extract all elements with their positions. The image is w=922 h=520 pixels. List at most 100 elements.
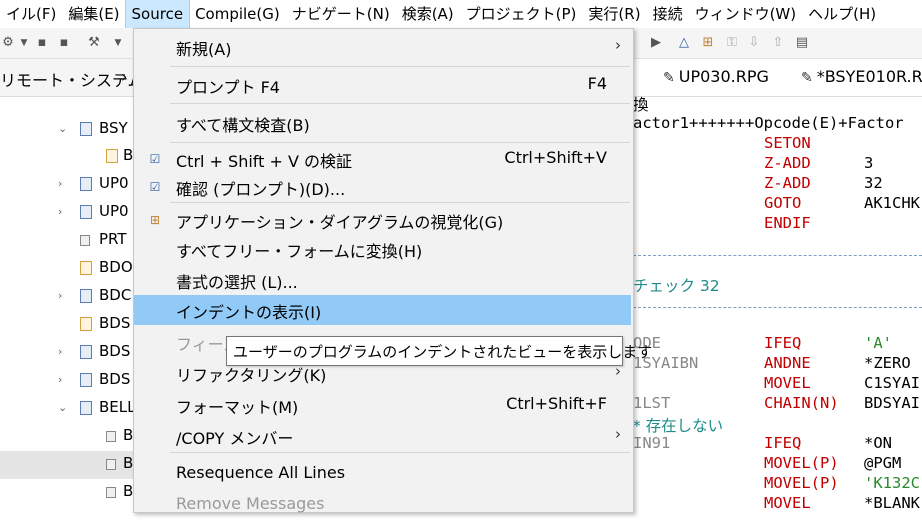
tree-item-label: BDC [99,286,132,304]
pencil-icon: ✎ [801,70,813,86]
menu-help[interactable]: ヘルプ(H) [802,0,882,28]
build-icon[interactable]: ⚒ [86,35,102,51]
upload-icon[interactable]: ⇧ [770,35,786,51]
menu-item-label: Remove Messages [176,494,325,513]
structure-icon[interactable]: ⊞ [700,35,716,51]
tree-item[interactable]: › BDC [0,283,133,311]
tree-item[interactable]: PRT [0,227,133,255]
member-icon [106,459,116,470]
download-icon[interactable]: ⇩ [746,35,762,51]
menu-separator [170,202,630,203]
run-icon[interactable]: ▶ [648,35,664,51]
chevron-down-icon[interactable]: ⌄ [58,401,67,414]
tree-item[interactable]: › UP0 [0,171,133,199]
save-all-icon[interactable]: ▪ [56,35,72,51]
tree-item[interactable]: › BDS [0,367,133,395]
menu-window[interactable]: ウィンドウ(W) [689,0,803,28]
tree-item[interactable]: › UP0 [0,199,133,227]
tree-item[interactable]: B [0,423,133,451]
menu-item-verify-prompt[interactable]: ☑ 確認 (プロンプト)(D)... [134,172,631,202]
menu-item-verify[interactable]: ☑ Ctrl + Shift + V の検証 Ctrl+Shift+V [134,144,631,174]
tree-item-label: UP0 [99,174,129,192]
chevron-right-icon[interactable]: › [58,205,62,218]
menu-item-select-format[interactable]: 書式の選択 (L)... [134,265,631,295]
code-line: 換 [633,96,649,114]
code-indicator: IN91 [633,434,671,452]
save-icon[interactable]: ▪ [34,35,50,51]
menu-item-visualize-diagram[interactable]: ⊞ アプリケーション・ダイアグラムの視覚化(G) [134,205,631,235]
tree-item[interactable]: ⌄ BELL [0,395,135,423]
chevron-down-icon[interactable]: ⌄ [58,122,67,135]
lock-icon[interactable]: ⚿ [724,35,740,51]
menu-source[interactable]: Source [124,0,191,29]
menu-run[interactable]: 実行(R) [582,0,646,28]
chevron-right-icon[interactable]: › [58,177,62,190]
menu-item-label: すべて構文検査(B) [176,116,310,135]
menu-item-label: 確認 (プロンプト)(D)... [176,180,346,199]
menu-item-shortcut: F4 [587,74,607,93]
menu-item-remove-messages[interactable]: Remove Messages [134,490,631,520]
chevron-right-icon[interactable]: › [58,373,62,386]
dropdown-arrow-icon[interactable]: ▼ [16,35,32,51]
tree-item[interactable]: B [0,143,133,171]
code-factor: 3 [864,154,874,172]
tree-item-selected[interactable]: B [0,451,133,479]
dropdown-arrow-icon[interactable]: ▼ [110,35,126,51]
editor-tabs: ✎ UP030.RPG ✎ *BSYE010R.R [633,59,922,97]
tree-item[interactable]: › BDS [0,339,133,367]
menu-search[interactable]: 検索(A) [396,0,460,28]
menu-item-syntax-check-all[interactable]: すべて構文検査(B) [134,108,631,138]
menu-item-new[interactable]: 新規(A) › [134,32,631,62]
menu-file[interactable]: イル(F) [0,0,62,28]
chevron-right-icon[interactable]: › [58,345,62,358]
menu-item-resequence[interactable]: Resequence All Lines [134,459,631,489]
tab-label: *BSYE010R.R [816,67,922,86]
chevron-right-icon: › [615,425,621,443]
tree-item-label: BDS [99,314,131,332]
tree-item[interactable]: BDS [0,311,133,339]
tree-item-label: BDO [99,258,133,276]
menu-item-shortcut: Ctrl+Shift+F [506,394,607,413]
tree-item[interactable]: B [0,479,133,507]
menu-connect[interactable]: 接続 [647,0,689,28]
chevron-right-icon[interactable]: › [58,289,62,302]
code-factor: *ZERO [864,354,911,372]
triangle-icon[interactable]: △ [676,35,692,51]
document-icon[interactable]: ▤ [794,35,810,51]
code-editor[interactable]: 換 actor1+++++++Opcode(E)+Factor SETON Z-… [633,96,922,512]
tree-item[interactable]: BDO [0,255,133,283]
code-factor: 32 [864,174,883,192]
lock-file-icon [80,317,92,331]
menu-item-label: フォーマット(M) [176,398,299,417]
menu-item-prompt[interactable]: プロンプト F4 F4 [134,70,631,100]
diagram-icon: ⊞ [149,213,161,227]
menu-compile[interactable]: Compile(G) [189,0,286,28]
menu-separator [170,66,630,67]
menu-navigate[interactable]: ナビゲート(N) [286,0,396,28]
tab-bsye010r[interactable]: ✎ *BSYE010R.R [801,67,922,86]
code-ruler-line: actor1+++++++Opcode(E)+Factor [633,114,904,132]
menu-edit[interactable]: 編集(E) [62,0,125,28]
file-icon [80,401,92,415]
menu-item-convert-free-form[interactable]: すべてフリー・フォームに変換(H) [134,234,631,264]
source-menu-dropdown: 新規(A) › プロンプト F4 F4 すべて構文検査(B) ☑ Ctrl + … [133,28,634,513]
code-factor: AK1CHK [864,194,920,212]
menu-item-show-indentation[interactable]: インデントの表示(I) [134,295,631,325]
code-comment: チェック 32 [633,277,720,295]
menu-project[interactable]: プロジェクト(P) [460,0,583,28]
menu-item-copy-member[interactable]: /COPY メンバー › [134,421,631,451]
code-opcode: CHAIN(N) [764,394,839,412]
menu-item-label: 新規(A) [176,40,232,59]
tree-item-label: BDS [99,370,131,388]
menu-item-label: インデントの表示(I) [176,303,322,322]
new-icon[interactable]: ⚙ [0,35,16,51]
menu-item-format[interactable]: フォーマット(M) Ctrl+Shift+F [134,390,631,420]
code-opcode: ENDIF [764,214,811,232]
code-opcode: IFEQ [764,434,802,452]
tree-item-label: BDS [99,342,131,360]
tree-item[interactable]: ⌄ BSY [0,116,133,144]
pencil-icon: ✎ [663,70,675,86]
chevron-right-icon[interactable]: › [121,67,127,86]
tab-up030[interactable]: ✎ UP030.RPG [663,67,769,86]
menu-item-label: Resequence All Lines [176,463,346,482]
